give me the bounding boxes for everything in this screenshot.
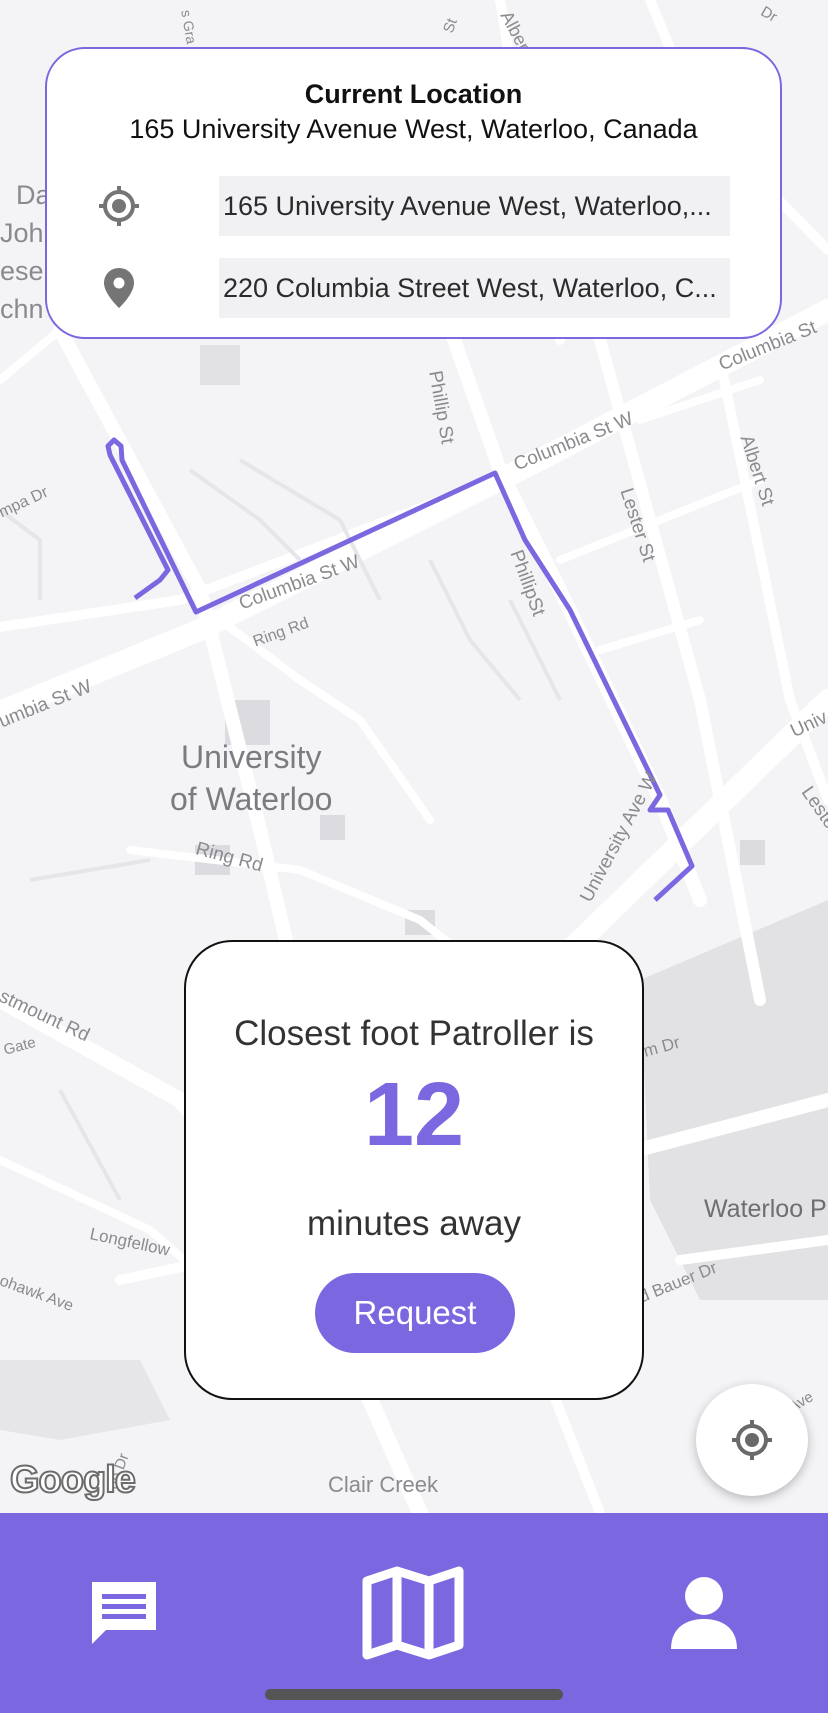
tab-chat[interactable] <box>88 1578 160 1653</box>
patroller-minutes: 12 <box>363 1065 465 1165</box>
my-location-icon <box>732 1420 772 1460</box>
map-pin-icon <box>104 268 134 308</box>
home-indicator <box>265 1689 563 1700</box>
destination-field[interactable]: 220 Columbia Street West, Waterloo, C... <box>219 258 730 318</box>
map-label-waterloo-park: Waterloo P <box>704 1195 827 1223</box>
patroller-card: Closest foot Patroller is 12 minutes awa… <box>184 940 644 1400</box>
request-button[interactable]: Request <box>315 1273 515 1353</box>
map-icon <box>362 1566 464 1660</box>
origin-row: 165 University Avenue West, Waterloo,... <box>97 176 730 236</box>
map-label-university-of-waterloo: University of Waterloo <box>170 739 333 817</box>
map-label-chn: chn <box>0 294 44 324</box>
destination-row: 220 Columbia Street West, Waterloo, C... <box>97 258 730 318</box>
map-label-clair-creek: Clair Creek <box>328 1472 439 1497</box>
bottom-tab-bar <box>0 1513 828 1713</box>
patroller-heading: Closest foot Patroller is <box>234 1014 594 1053</box>
map-label-john: Joh <box>0 218 44 248</box>
location-card: Current Location 165 University Avenue W… <box>45 47 782 339</box>
map-label-ese: ese <box>0 256 44 286</box>
tab-map[interactable] <box>361 1565 465 1666</box>
crosshair-icon <box>99 186 139 226</box>
person-icon <box>671 1577 737 1649</box>
location-card-title: Current Location <box>304 79 523 109</box>
origin-field[interactable]: 165 University Avenue West, Waterloo,... <box>219 176 730 236</box>
google-logo: Google <box>9 1458 137 1502</box>
current-address: 165 University Avenue West, Waterloo, Ca… <box>129 114 698 144</box>
chat-icon <box>92 1582 156 1644</box>
patroller-minutes-label: minutes away <box>307 1204 521 1243</box>
locate-me-button[interactable] <box>696 1384 808 1496</box>
tab-profile[interactable] <box>669 1575 739 1656</box>
